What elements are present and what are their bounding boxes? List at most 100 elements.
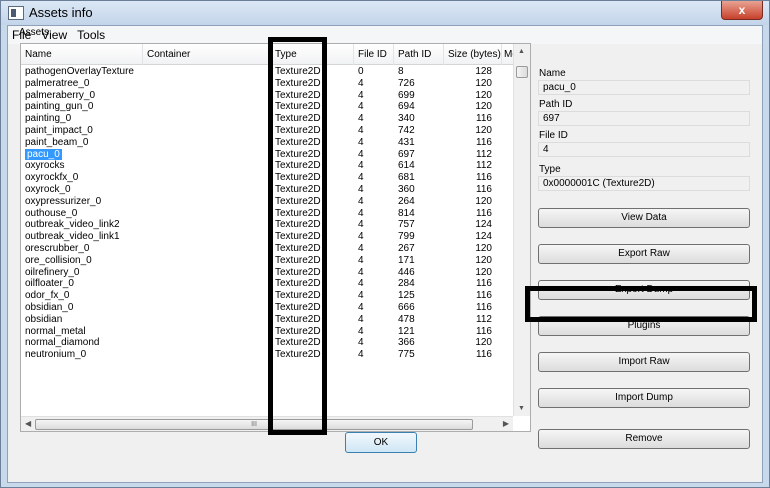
menu-tools[interactable]: Tools <box>76 28 106 42</box>
vertical-scroll-thumb[interactable] <box>516 66 528 78</box>
cell-path-id-text: 614 <box>398 160 415 172</box>
table-row[interactable]: outbreak_video_link1 Texture2D 4 799 124 <box>21 231 513 243</box>
table-row[interactable]: painting_0 Texture2D 4 340 116 <box>21 113 513 125</box>
column-header-size[interactable]: Size (bytes) <box>444 44 502 65</box>
table-row[interactable]: painting_gun_0 Texture2D 4 694 120 <box>21 101 513 113</box>
cell-path-id: 8 <box>398 66 438 78</box>
cell-name: neutronium_0 <box>25 349 140 361</box>
assets-table[interactable]: Name Container Type File ID Path ID Size… <box>20 43 531 432</box>
cell-name-text: oilfloater_0 <box>25 278 74 290</box>
export-dump-button[interactable]: Export Dump <box>538 280 750 300</box>
cell-type-text: Texture2D <box>275 89 321 101</box>
cell-size: 116 <box>444 302 492 314</box>
cell-size: 120 <box>444 243 492 255</box>
cell-path-id-text: 666 <box>398 302 415 313</box>
cell-name: paint_impact_0 <box>25 125 140 137</box>
cell-type: Texture2D <box>275 125 330 137</box>
cell-path-id: 742 <box>398 125 438 137</box>
cell-path-id: 264 <box>398 196 438 208</box>
cell-path-id: 697 <box>398 149 438 161</box>
cell-path-id: 699 <box>398 90 438 102</box>
cell-file-id-text: 4 <box>358 231 364 243</box>
column-header-type[interactable]: Type <box>271 44 354 65</box>
table-row[interactable]: normal_metal Texture2D 4 121 116 <box>21 326 513 338</box>
remove-button[interactable]: Remove <box>538 429 750 449</box>
import-raw-button[interactable]: Import Raw <box>538 352 750 372</box>
cell-name-text: orescrubber_0 <box>25 243 90 254</box>
table-row[interactable]: outbreak_video_link2 Texture2D 4 757 124 <box>21 219 513 231</box>
table-row[interactable]: palmeraberry_0 Texture2D 4 699 120 <box>21 90 513 102</box>
cell-type: Texture2D <box>275 255 330 267</box>
cell-file-id-text: 4 <box>358 207 364 219</box>
scroll-left-icon[interactable]: ◀ <box>25 419 31 428</box>
cell-path-id: 478 <box>398 314 438 326</box>
close-button[interactable]: x <box>721 1 763 20</box>
column-header-path-id[interactable]: Path ID <box>394 44 444 65</box>
table-row[interactable]: palmeratree_0 Texture2D 4 726 120 <box>21 78 513 90</box>
table-row[interactable]: odor_fx_0 Texture2D 4 125 116 <box>21 290 513 302</box>
table-body: pathogenOverlayTexture Texture2D 0 8 128 palm… <box>21 66 513 416</box>
table-row[interactable]: obsidian_0 Texture2D 4 666 116 <box>21 302 513 314</box>
cell-file-id-text: 4 <box>358 89 364 101</box>
scroll-down-icon[interactable]: ▼ <box>518 405 525 412</box>
cell-path-id: 726 <box>398 78 438 90</box>
plugins-button[interactable]: Plugins <box>538 316 750 336</box>
cell-type-text: Texture2D <box>275 219 321 231</box>
cell-size: 128 <box>444 66 492 78</box>
table-row[interactable]: obsidian Texture2D 4 478 112 <box>21 314 513 326</box>
cell-size: 120 <box>444 267 492 279</box>
column-header-name[interactable]: Name <box>21 44 143 65</box>
column-header-file-id[interactable]: File ID <box>354 44 394 65</box>
horizontal-scroll-thumb[interactable]: III <box>35 419 473 430</box>
table-row[interactable]: oxypressurizer_0 Texture2D 4 264 120 <box>21 196 513 208</box>
cell-name: normal_diamond <box>25 337 140 349</box>
cell-name-text: oxyrock_0 <box>25 184 71 195</box>
table-row[interactable]: paint_impact_0 Texture2D 4 742 120 <box>21 125 513 137</box>
scroll-right-icon[interactable]: ▶ <box>503 419 509 428</box>
table-row[interactable]: oilrefinery_0 Texture2D 4 446 120 <box>21 267 513 279</box>
cell-type-text: Texture2D <box>275 302 321 313</box>
table-row[interactable]: paint_beam_0 Texture2D 4 431 116 <box>21 137 513 149</box>
table-row[interactable]: pacu_0 Texture2D 4 697 112 <box>21 148 513 161</box>
cell-file-id-text: 4 <box>358 313 364 325</box>
cell-size-text: 116 <box>476 113 492 125</box>
table-row[interactable]: oxyrockfx_0 Texture2D 4 681 116 <box>21 172 513 184</box>
cell-type-text: Texture2D <box>275 160 321 172</box>
table-row[interactable]: neutronium_0 Texture2D 4 775 116 <box>21 349 513 361</box>
import-dump-button[interactable]: Import Dump <box>538 388 750 408</box>
column-header-modified[interactable]: Mo <box>502 44 513 65</box>
ok-button[interactable]: OK <box>345 432 417 453</box>
cell-type-text: Texture2D <box>275 254 321 266</box>
cell-name-text: pathogenOverlayTexture <box>25 66 134 77</box>
table-row[interactable]: oilfloater_0 Texture2D 4 284 116 <box>21 278 513 290</box>
cell-size: 112 <box>444 314 492 326</box>
cell-file-id: 4 <box>358 349 388 361</box>
cell-size: 116 <box>444 326 492 338</box>
cell-path-id: 799 <box>398 231 438 243</box>
horizontal-scrollbar[interactable]: ◀ III ▶ <box>21 416 513 431</box>
cell-path-id-text: 799 <box>398 231 415 243</box>
cell-file-id: 4 <box>358 231 388 243</box>
type-label: Type <box>539 164 561 175</box>
cell-file-id: 4 <box>358 243 388 255</box>
export-raw-button[interactable]: Export Raw <box>538 244 750 264</box>
vertical-scrollbar[interactable]: ▲ ▼ <box>513 44 530 416</box>
cell-size-text: 116 <box>476 349 492 361</box>
table-row[interactable]: ore_collision_0 Texture2D 4 171 120 <box>21 255 513 267</box>
table-row[interactable]: orescrubber_0 Texture2D 4 267 120 <box>21 243 513 255</box>
column-header-container[interactable]: Container <box>143 44 271 65</box>
table-row[interactable]: pathogenOverlayTexture Texture2D 0 8 128 <box>21 66 513 78</box>
cell-type-text: Texture2D <box>275 278 321 290</box>
table-row[interactable]: outhouse_0 Texture2D 4 814 116 <box>21 208 513 220</box>
cell-file-id-text: 4 <box>358 243 364 254</box>
cell-path-id-text: 267 <box>398 243 415 254</box>
view-data-button[interactable]: View Data <box>538 208 750 228</box>
cell-size-text: 128 <box>475 66 492 77</box>
table-row[interactable]: normal_diamond Texture2D 4 366 120 <box>21 337 513 349</box>
table-row[interactable]: oxyrocks Texture2D 4 614 112 <box>21 160 513 172</box>
table-row[interactable]: oxyrock_0 Texture2D 4 360 116 <box>21 184 513 196</box>
cell-name: orescrubber_0 <box>25 243 140 255</box>
cell-size-text: 116 <box>476 290 492 302</box>
scroll-up-icon[interactable]: ▲ <box>518 48 525 55</box>
cell-size: 120 <box>444 125 492 137</box>
